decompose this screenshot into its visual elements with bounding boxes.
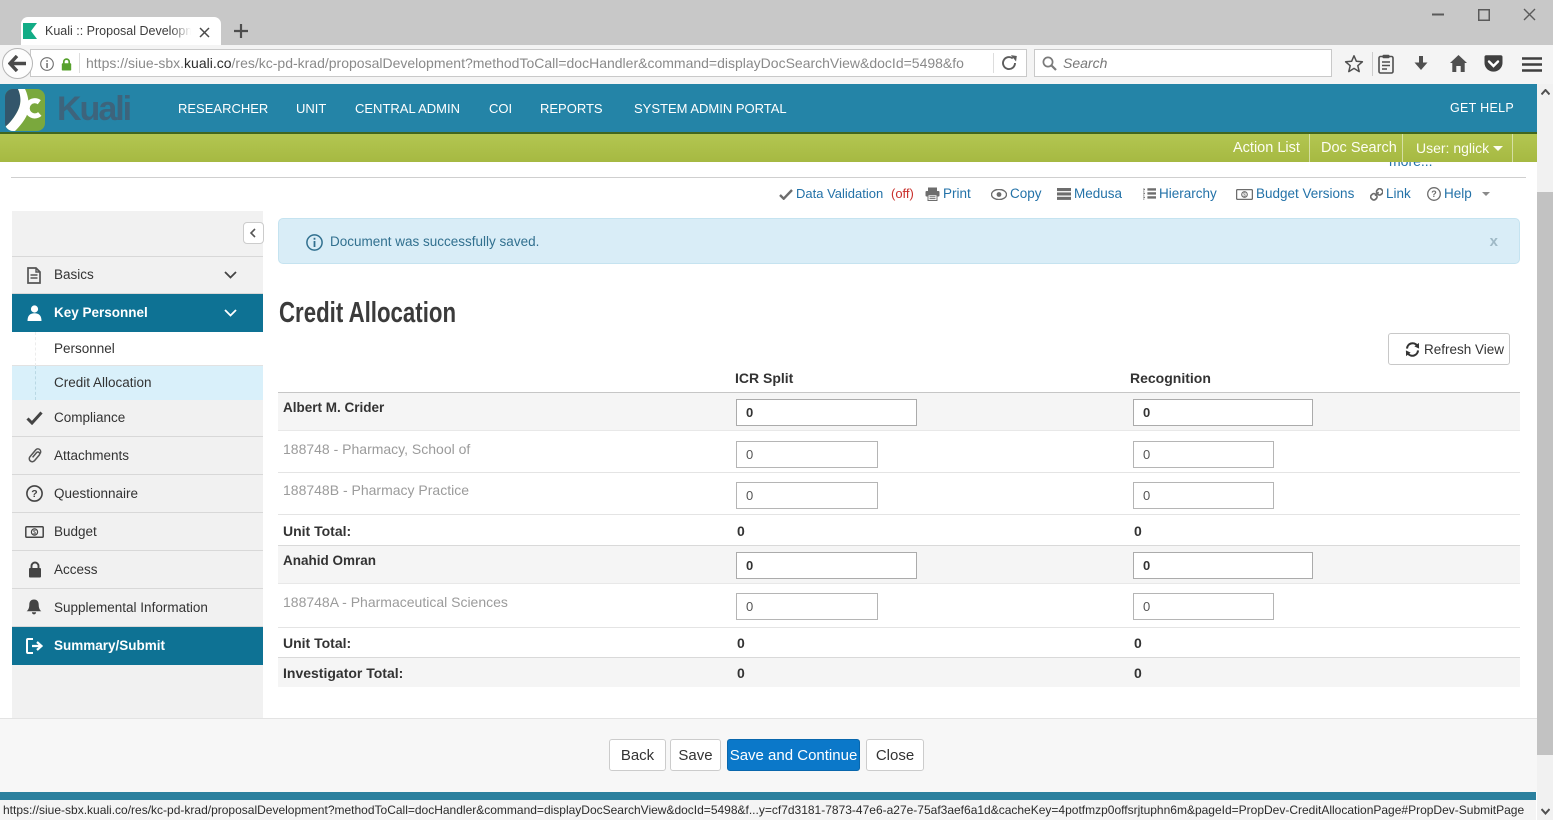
svg-text:$: $ <box>1243 192 1246 198</box>
svg-text:?: ? <box>31 488 37 500</box>
svg-text:?: ? <box>1431 189 1437 199</box>
